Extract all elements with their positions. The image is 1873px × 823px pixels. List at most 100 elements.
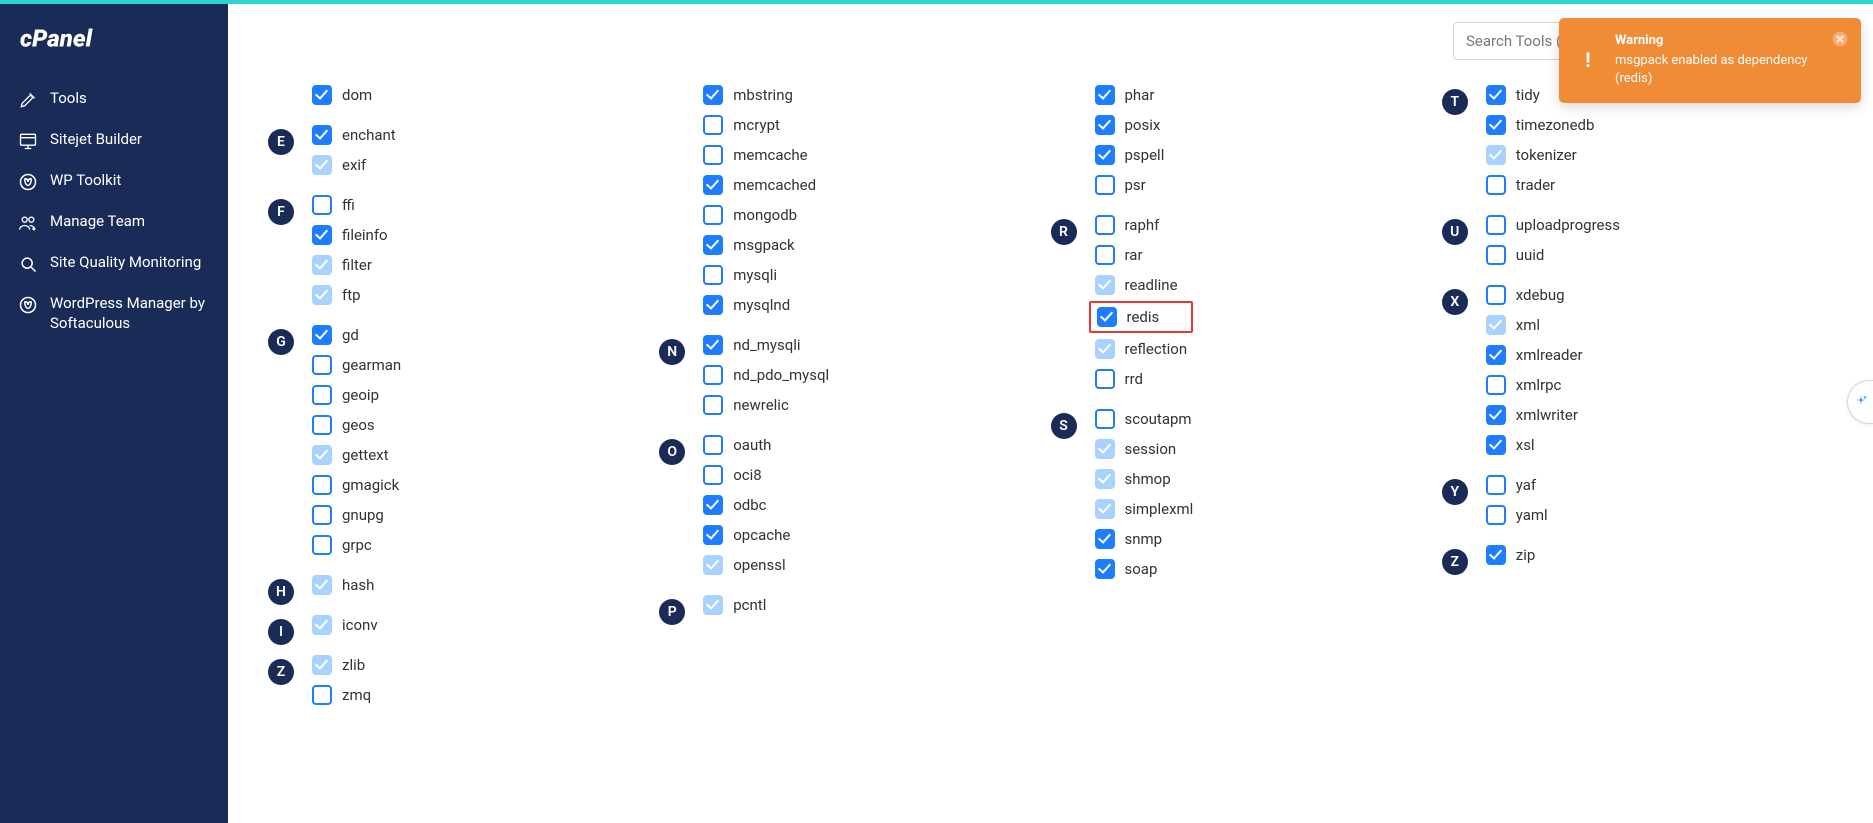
checkbox-mcrypt[interactable] <box>703 115 723 135</box>
checkbox-xmlreader[interactable] <box>1486 345 1506 365</box>
checkbox-nd_mysqli[interactable] <box>703 335 723 355</box>
extension-geoip: geoip <box>312 385 401 405</box>
extension-simplexml: simplexml <box>1095 499 1194 519</box>
checkbox-enchant[interactable] <box>312 125 332 145</box>
checkbox-soap[interactable] <box>1095 559 1115 579</box>
extension-list: zlibzmq <box>312 655 371 715</box>
checkbox-gnupg[interactable] <box>312 505 332 525</box>
checkbox-dom[interactable] <box>312 85 332 105</box>
extension-label: gnupg <box>342 506 384 524</box>
extension-list: nd_mysqlind_pdo_mysqlnewrelic <box>703 335 829 425</box>
extension-gettext: gettext <box>312 445 401 465</box>
checkbox-fileinfo[interactable] <box>312 225 332 245</box>
checkbox-odbc[interactable] <box>703 495 723 515</box>
checkbox-trader[interactable] <box>1486 175 1506 195</box>
close-icon <box>1832 31 1848 47</box>
extension-label: phar <box>1125 86 1155 104</box>
checkbox-timezonedb[interactable] <box>1486 115 1506 135</box>
checkbox-snmp[interactable] <box>1095 529 1115 549</box>
checkbox-ffi[interactable] <box>312 195 332 215</box>
checkbox-gd[interactable] <box>312 325 332 345</box>
extension-geos: geos <box>312 415 401 435</box>
checkbox-yaf[interactable] <box>1486 475 1506 495</box>
checkbox-uploadprogress[interactable] <box>1486 215 1506 235</box>
checkbox-xmlrpc[interactable] <box>1486 375 1506 395</box>
checkbox-mongodb[interactable] <box>703 205 723 225</box>
checkbox-xdebug[interactable] <box>1486 285 1506 305</box>
extension-label: enchant <box>342 126 396 144</box>
checkbox-raphf[interactable] <box>1095 215 1115 235</box>
checkbox-pspell[interactable] <box>1095 145 1115 165</box>
checkbox-filter <box>312 255 332 275</box>
checkbox-oauth[interactable] <box>703 435 723 455</box>
extension-label: yaf <box>1516 476 1536 494</box>
nav-tools[interactable]: Tools <box>0 79 228 120</box>
extension-gearman: gearman <box>312 355 401 375</box>
checkbox-mysqli[interactable] <box>703 265 723 285</box>
extension-list: xdebugxmlxmlreaderxmlrpcxmlwriterxsl <box>1486 285 1583 465</box>
extension-label: session <box>1125 440 1177 458</box>
checkbox-oci8[interactable] <box>703 465 723 485</box>
checkbox-zmq[interactable] <box>312 685 332 705</box>
extension-column: domEenchantexifFffifileinfofilterftpGgdg… <box>268 85 659 725</box>
checkbox-memcached[interactable] <box>703 175 723 195</box>
extension-label: psr <box>1125 176 1146 194</box>
checkbox-gearman[interactable] <box>312 355 332 375</box>
letter-badge-e: E <box>268 129 294 155</box>
checkbox-grpc[interactable] <box>312 535 332 555</box>
checkbox-nd_pdo_mysql[interactable] <box>703 365 723 385</box>
checkbox-geoip[interactable] <box>312 385 332 405</box>
checkbox-geos[interactable] <box>312 415 332 435</box>
toast-close-button[interactable] <box>1829 28 1851 50</box>
checkbox-scoutapm[interactable] <box>1095 409 1115 429</box>
checkbox-rrd[interactable] <box>1095 369 1115 389</box>
extension-label: simplexml <box>1125 500 1194 518</box>
extension-label: tokenizer <box>1516 146 1577 164</box>
checkbox-uuid[interactable] <box>1486 245 1506 265</box>
checkbox-phar[interactable] <box>1095 85 1115 105</box>
extension-label: xsl <box>1516 436 1535 454</box>
nav-wp-toolkit[interactable]: WP Toolkit <box>0 161 228 202</box>
checkbox-mbstring[interactable] <box>703 85 723 105</box>
checkbox-rar[interactable] <box>1095 245 1115 265</box>
checkbox-tidy[interactable] <box>1486 85 1506 105</box>
checkbox-xmlwriter[interactable] <box>1486 405 1506 425</box>
checkbox-yaml[interactable] <box>1486 505 1506 525</box>
sparkle-icon <box>1853 394 1869 410</box>
extension-dom: dom <box>312 85 372 105</box>
extension-uploadprogress: uploadprogress <box>1486 215 1620 235</box>
extension-list: pharposixpspellpsr <box>1095 85 1165 205</box>
extension-mbstring: mbstring <box>703 85 816 105</box>
nav-site-quality[interactable]: Site Quality Monitoring <box>0 243 228 284</box>
checkbox-tokenizer <box>1486 145 1506 165</box>
extension-posix: posix <box>1095 115 1165 135</box>
checkbox-redis[interactable] <box>1097 307 1117 327</box>
checkbox-posix[interactable] <box>1095 115 1115 135</box>
letter-group: Zzip <box>1442 545 1833 575</box>
nav-manage-team[interactable]: Manage Team <box>0 202 228 243</box>
extension-label: rrd <box>1125 370 1144 388</box>
letter-badge-x: X <box>1442 289 1468 315</box>
checkbox-shmop <box>1095 469 1115 489</box>
extension-list: zip <box>1486 545 1536 575</box>
checkbox-memcache[interactable] <box>703 145 723 165</box>
svg-text:cPanel: cPanel <box>20 25 94 53</box>
checkbox-gmagick[interactable] <box>312 475 332 495</box>
extension-label: ftp <box>342 286 361 304</box>
checkbox-psr[interactable] <box>1095 175 1115 195</box>
checkbox-zip[interactable] <box>1486 545 1506 565</box>
nav-wp-manager[interactable]: WordPress Manager by Softaculous <box>0 284 228 343</box>
nav-sitejet[interactable]: Sitejet Builder <box>0 120 228 161</box>
extension-label: snmp <box>1125 530 1163 548</box>
checkbox-msgpack[interactable] <box>703 235 723 255</box>
checkbox-newrelic[interactable] <box>703 395 723 415</box>
checkbox-xsl[interactable] <box>1486 435 1506 455</box>
extension-rrd: rrd <box>1095 369 1188 389</box>
extension-readline: readline <box>1095 275 1188 295</box>
extension-newrelic: newrelic <box>703 395 829 415</box>
checkbox-opcache[interactable] <box>703 525 723 545</box>
checkbox-mysqlnd[interactable] <box>703 295 723 315</box>
checkbox-ftp <box>312 285 332 305</box>
extension-column: mbstringmcryptmemcachememcachedmongodbms… <box>659 85 1050 725</box>
extension-list: uploadprogressuuid <box>1486 215 1620 275</box>
